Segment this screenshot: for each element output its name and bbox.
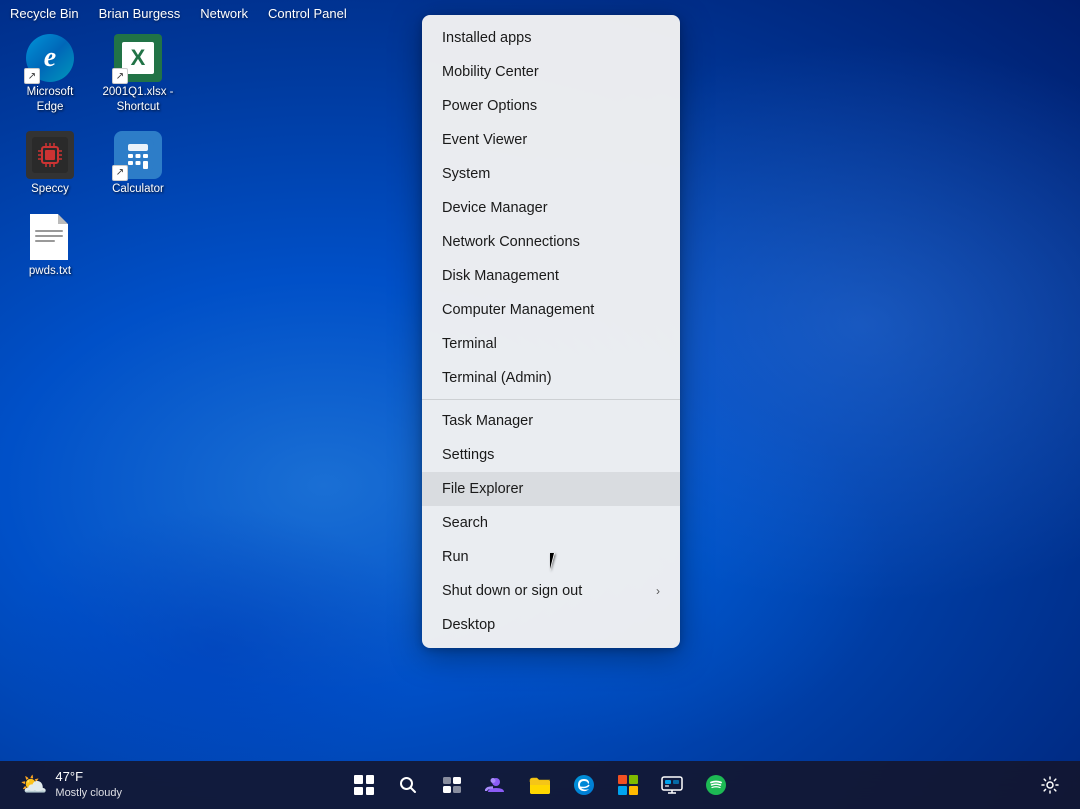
menu-item-mobility-center[interactable]: Mobility Center — [422, 55, 680, 89]
weather-temperature: 47°F — [55, 769, 122, 786]
menu-item-file-explorer[interactable]: File Explorer — [422, 472, 680, 506]
calc-label: Calculator — [112, 182, 164, 197]
task-view-icon — [442, 775, 462, 795]
spotify-icon — [705, 774, 727, 796]
taskbar-right — [1032, 767, 1068, 803]
excel-label: 2001Q1.xlsx - Shortcut — [102, 85, 174, 115]
top-bar-network[interactable]: Network — [200, 6, 248, 21]
menu-item-installed-apps[interactable]: Installed apps — [422, 21, 680, 55]
calc-icon-container: ↗ — [114, 131, 162, 179]
windows-logo-sq-3 — [354, 787, 363, 796]
microsoft-store-button[interactable] — [608, 765, 648, 805]
shortcut-arrow-calc: ↗ — [112, 165, 128, 181]
weather-widget[interactable]: ⛅ 47°F Mostly cloudy — [12, 765, 130, 804]
teams-icon — [485, 774, 507, 796]
menu-item-search[interactable]: Search — [422, 506, 680, 540]
settings-tray-button[interactable] — [1032, 767, 1068, 803]
menu-item-network-connections[interactable]: Network Connections — [422, 225, 680, 259]
weather-text: 47°F Mostly cloudy — [55, 769, 122, 800]
pwds-label: pwds.txt — [29, 264, 71, 279]
menu-item-desktop[interactable]: Desktop — [422, 608, 680, 642]
speccy-icon-container — [26, 131, 74, 179]
menu-item-shut-down[interactable]: Shut down or sign out › — [422, 574, 680, 608]
windows-logo-sq-1 — [354, 775, 363, 784]
desktop: Recycle Bin Brian Burgess Network Contro… — [0, 0, 1080, 809]
menu-separator-1 — [422, 399, 680, 400]
menu-item-task-manager[interactable]: Task Manager — [422, 404, 680, 438]
desktop-icon-excel[interactable]: X ↗ 2001Q1.xlsx - Shortcut — [98, 30, 178, 119]
excel-icon-container: X ↗ — [114, 34, 162, 82]
edge-icon-container: ↗ — [26, 34, 74, 82]
menu-item-power-options[interactable]: Power Options — [422, 89, 680, 123]
desktop-icon-speccy[interactable]: Speccy — [10, 127, 90, 201]
search-taskbar-icon — [398, 775, 418, 795]
top-bar-control-panel[interactable]: Control Panel — [268, 6, 347, 21]
edge-label: Microsoft Edge — [14, 85, 86, 115]
menu-item-system[interactable]: System — [422, 157, 680, 191]
weather-description: Mostly cloudy — [55, 786, 122, 800]
windows-logo-sq-4 — [366, 787, 375, 796]
windows-logo-sq-2 — [366, 775, 375, 784]
menu-item-disk-management[interactable]: Disk Management — [422, 259, 680, 293]
remote-desktop-button[interactable] — [652, 765, 692, 805]
menu-item-settings[interactable]: Settings — [422, 438, 680, 472]
microsoft-store-icon — [617, 774, 639, 796]
shortcut-arrow-excel: ↗ — [112, 68, 128, 84]
menu-item-event-viewer[interactable]: Event Viewer — [422, 123, 680, 157]
menu-item-device-manager[interactable]: Device Manager — [422, 191, 680, 225]
file-explorer-icon — [529, 774, 551, 796]
settings-tray-icon — [1041, 776, 1059, 794]
spotify-button[interactable] — [696, 765, 736, 805]
weather-icon: ⛅ — [20, 772, 47, 798]
txt-icon — [30, 214, 70, 260]
shut-down-arrow: › — [656, 584, 660, 598]
file-explorer-button[interactable] — [520, 765, 560, 805]
desktop-icon-edge[interactable]: ↗ Microsoft Edge — [10, 30, 90, 119]
top-bar-recycle-bin[interactable]: Recycle Bin — [10, 6, 79, 21]
taskbar: ⛅ 47°F Mostly cloudy — [0, 761, 1080, 809]
taskbar-center — [344, 765, 736, 805]
menu-item-run[interactable]: Run — [422, 540, 680, 574]
menu-item-computer-management[interactable]: Computer Management — [422, 293, 680, 327]
txt-icon-container — [26, 213, 74, 261]
menu-item-terminal[interactable]: Terminal — [422, 327, 680, 361]
speccy-label: Speccy — [31, 182, 69, 197]
search-taskbar-button[interactable] — [388, 765, 428, 805]
menu-item-terminal-admin[interactable]: Terminal (Admin) — [422, 361, 680, 395]
edge-taskbar-button[interactable] — [564, 765, 604, 805]
remote-desktop-icon — [661, 774, 683, 796]
desktop-icon-pwds[interactable]: pwds.txt — [10, 209, 90, 283]
context-menu: Installed apps Mobility Center Power Opt… — [422, 15, 680, 648]
teams-button[interactable] — [476, 765, 516, 805]
desktop-icon-calculator[interactable]: ↗ Calculator — [98, 127, 178, 201]
taskbar-left: ⛅ 47°F Mostly cloudy — [12, 765, 130, 804]
shortcut-arrow-edge: ↗ — [24, 68, 40, 84]
windows-logo-icon — [354, 775, 374, 795]
start-button[interactable] — [344, 765, 384, 805]
speccy-icon — [26, 131, 74, 179]
task-view-button[interactable] — [432, 765, 472, 805]
top-bar-brian-burgess[interactable]: Brian Burgess — [99, 6, 181, 21]
edge-taskbar-icon — [573, 774, 595, 796]
